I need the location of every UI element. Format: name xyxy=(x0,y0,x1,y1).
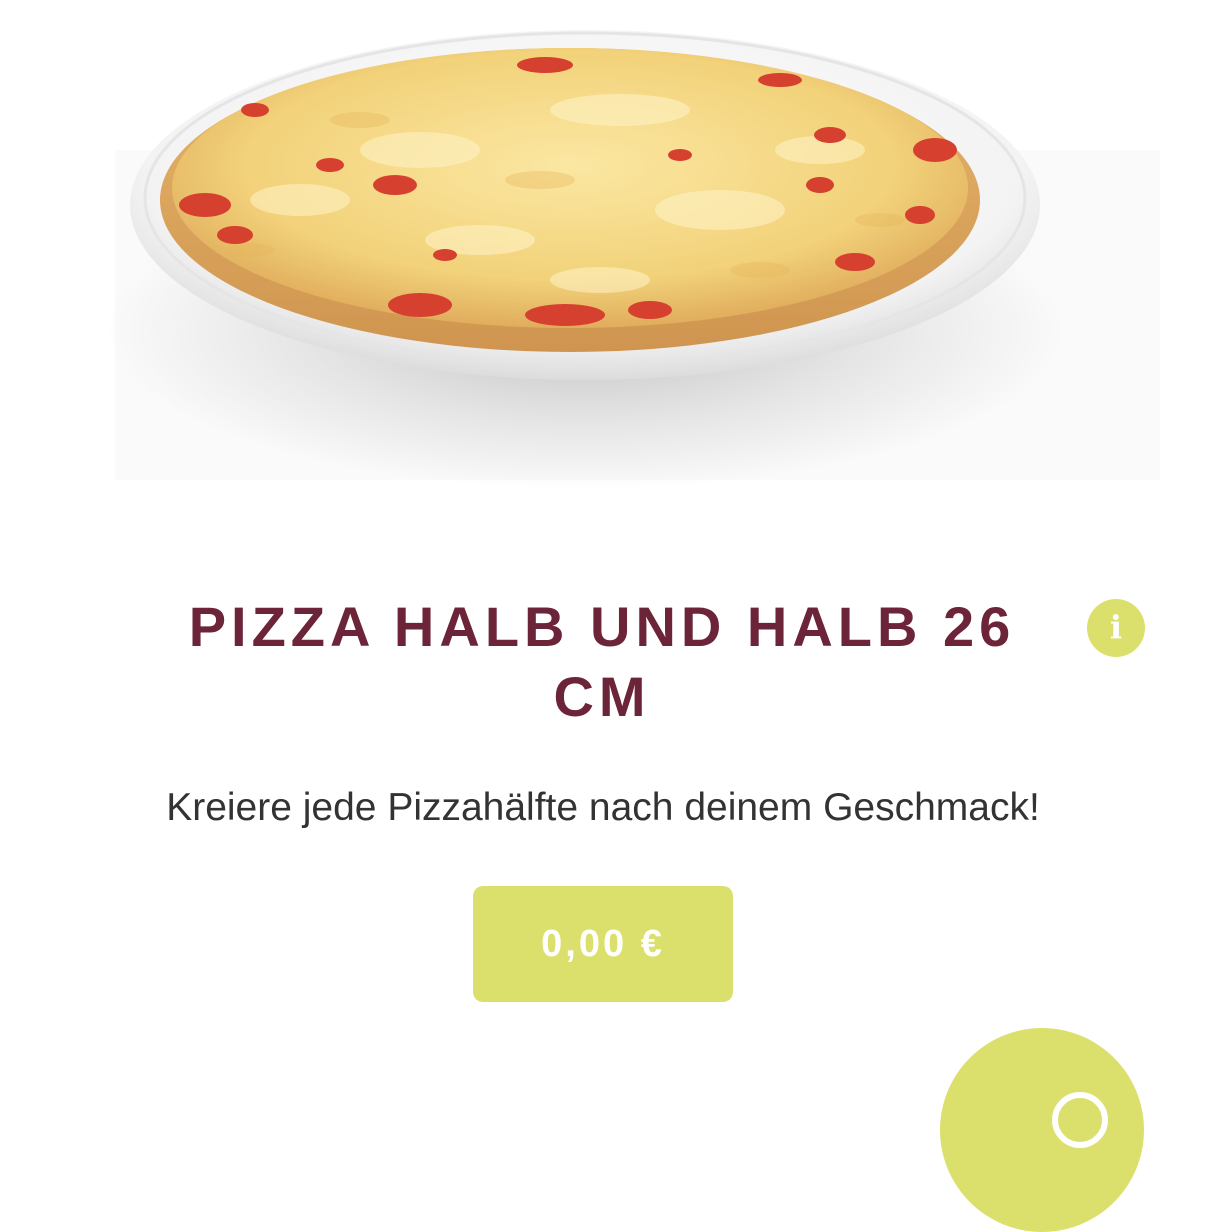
product-image xyxy=(0,0,1206,540)
info-button[interactable]: i xyxy=(1087,599,1145,657)
price-button[interactable]: 0,00 € xyxy=(473,886,733,1002)
add-to-cart-icon xyxy=(1052,1092,1108,1148)
product-description: Kreiere jede Pizzahälfte nach deinem Ges… xyxy=(166,786,1040,829)
price-label: 0,00 € xyxy=(541,922,665,965)
info-icon: i xyxy=(1109,608,1123,646)
product-title: PIZZA HALB UND HALB 26 CM xyxy=(188,595,1016,728)
add-to-cart-button[interactable] xyxy=(940,1028,1144,1232)
